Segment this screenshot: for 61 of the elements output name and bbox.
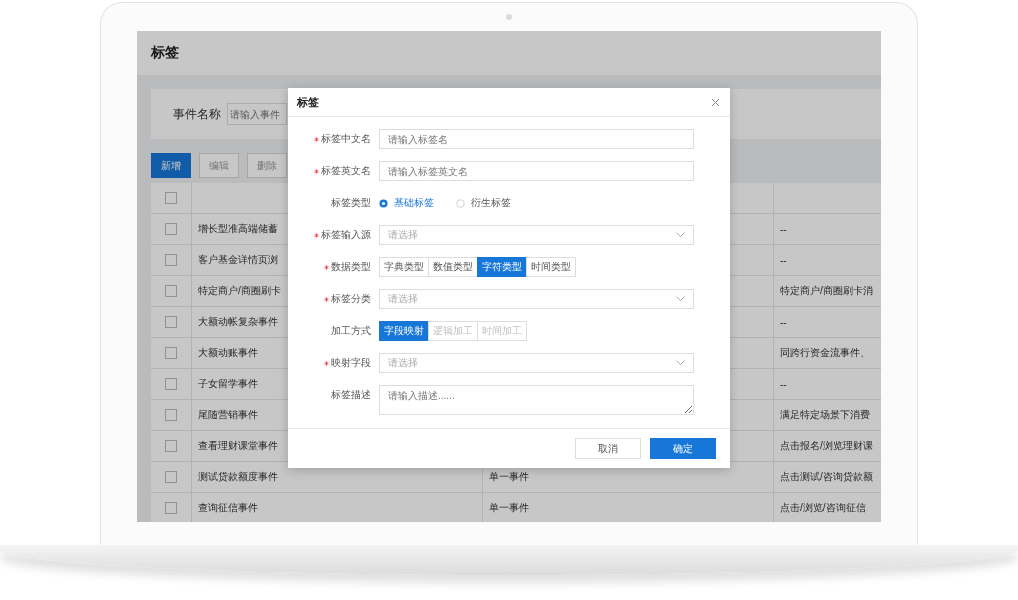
table-cell: 点击测试/咨询贷款额 (774, 462, 881, 493)
toolbar-button[interactable]: 编辑 (199, 153, 239, 178)
radio-icon (379, 198, 388, 208)
field-label: 标签中文名 (321, 132, 371, 146)
radio-option[interactable]: 衍生标签 (456, 196, 511, 210)
field-label: 加工方式 (331, 324, 371, 338)
segment-button[interactable]: 时间类型 (526, 257, 576, 277)
dropdown-field[interactable]: 请选择 (379, 289, 694, 309)
checkbox[interactable] (165, 192, 177, 204)
laptop-camera (506, 14, 512, 20)
table-cell: -- (774, 245, 881, 276)
checkbox[interactable] (165, 347, 177, 359)
dropdown-field[interactable]: 请选择 (379, 353, 694, 373)
table-cell: 单一事件 (483, 493, 774, 522)
table-cell: -- (774, 307, 881, 338)
dialog-button[interactable]: 确定 (650, 438, 716, 459)
table-cell: 满足特定场景下消费 (774, 400, 881, 431)
field-label: 事件名称 (173, 105, 221, 123)
field-label: 标签描述 (331, 388, 371, 402)
checkbox[interactable] (165, 378, 177, 390)
table-cell: 点击报名/浏览理财课 (774, 431, 881, 462)
text-field[interactable]: 请输入标签名 (379, 129, 694, 149)
dropdown-field[interactable]: 请选择 (379, 225, 694, 245)
text-area[interactable]: 请输入描述...... (379, 385, 694, 415)
chevron-down-icon (676, 232, 685, 238)
segment-button[interactable]: 字符类型 (477, 257, 527, 277)
table-cell: -- (774, 214, 881, 245)
segment-button[interactable]: 字典类型 (379, 257, 429, 277)
checkbox[interactable] (165, 440, 177, 452)
toolbar-button[interactable]: 新增 (151, 153, 191, 178)
checkbox[interactable] (165, 409, 177, 421)
field-label: 标签类型 (331, 196, 371, 210)
checkbox[interactable] (165, 285, 177, 297)
segment-button[interactable]: 字段映射 (379, 321, 429, 341)
checkbox[interactable] (165, 223, 177, 235)
page-title: 标签 (151, 44, 179, 62)
segment-button[interactable]: 数值类型 (428, 257, 478, 277)
field-label: 标签分类 (331, 292, 371, 306)
radio-icon (456, 198, 465, 208)
dialog-button[interactable]: 取消 (575, 438, 641, 459)
checkbox[interactable] (165, 471, 177, 483)
field-label: 标签英文名 (321, 164, 371, 178)
checkbox[interactable] (165, 254, 177, 266)
field-label: 数据类型 (331, 260, 371, 274)
dialog-title: 标签 (297, 94, 319, 110)
checkbox[interactable] (165, 316, 177, 328)
text-field[interactable]: 请输入标签英文名 (379, 161, 694, 181)
table-cell: 同跨行资金流事件、 (774, 338, 881, 369)
radio-option[interactable]: 基础标签 (379, 196, 434, 210)
search-field[interactable]: 请输入事件 (227, 103, 287, 125)
chevron-down-icon (676, 360, 685, 366)
table-cell: -- (774, 369, 881, 400)
chevron-down-icon (676, 296, 685, 302)
table-cell: 查询征信事件 (192, 493, 483, 522)
checkbox[interactable] (165, 502, 177, 514)
close-icon[interactable] (711, 97, 720, 107)
field-label: 标签输入源 (321, 228, 371, 242)
field-label: 映射字段 (331, 356, 371, 370)
toolbar-button[interactable]: 删除 (247, 153, 287, 178)
table-cell: 点击/浏览/咨询征信 (774, 493, 881, 522)
table-cell: 特定商户/商圈刷卡消 (774, 276, 881, 307)
